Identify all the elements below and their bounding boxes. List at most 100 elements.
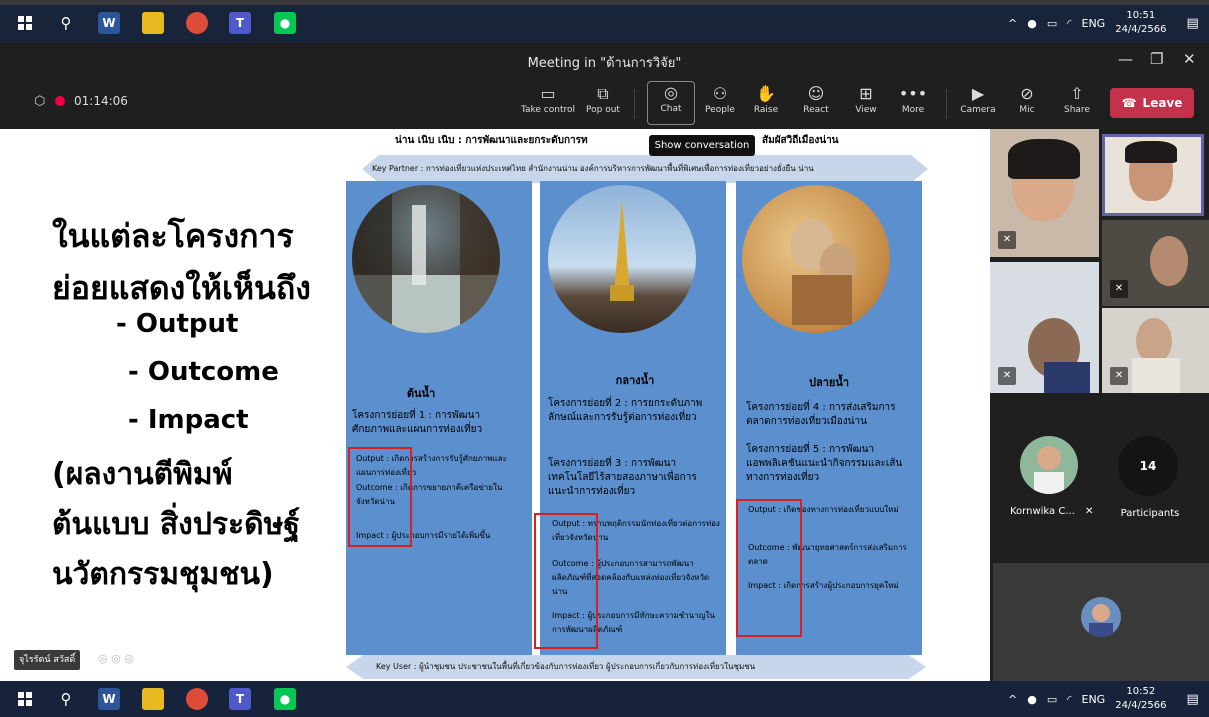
waterfall-photo bbox=[352, 185, 500, 333]
teams-icon[interactable]: T bbox=[229, 688, 251, 710]
slide-text-line: - Output bbox=[116, 309, 239, 339]
language-indicator[interactable]: ENG bbox=[1082, 693, 1106, 706]
camera-button[interactable]: ▶ Camera bbox=[955, 83, 1001, 115]
clock[interactable]: 10:51 24/4/2566 bbox=[1115, 9, 1166, 37]
more-button[interactable]: ••• More bbox=[890, 83, 936, 115]
slide-text-line: ในแต่ละโครงการ bbox=[52, 217, 294, 255]
window-titlebar: Meeting in "ด้านการวิจัย" — ❐ ✕ bbox=[0, 43, 1209, 78]
toolbar-divider bbox=[946, 89, 947, 119]
take-control-icon: ▭ bbox=[540, 84, 556, 103]
participants-strip: Kornwika C... ✕ 14 Participants bbox=[990, 396, 1209, 561]
take-control-button[interactable]: ▭ Take control bbox=[520, 83, 576, 115]
highlight-box bbox=[348, 447, 412, 547]
clock-date: 24/4/2566 bbox=[1115, 24, 1167, 35]
presenter-name-tag: จุไรรัตน์ สวัสดิ์ bbox=[14, 650, 81, 670]
grid-icon: ⊞ bbox=[859, 84, 873, 103]
leave-button[interactable]: ☎ Leave bbox=[1110, 88, 1194, 118]
file-explorer-icon[interactable] bbox=[142, 12, 164, 34]
react-button[interactable]: ☺ React bbox=[793, 83, 839, 115]
word-app-icon[interactable]: W bbox=[98, 12, 120, 34]
self-avatar bbox=[1081, 597, 1121, 637]
wifi-icon[interactable]: ◜ bbox=[1067, 693, 1071, 706]
view-button[interactable]: ⊞ View bbox=[843, 83, 889, 115]
project-3-text: โครงการย่อยที่ 3 : การพัฒนาเทคโนโลยีไร้ส… bbox=[548, 458, 697, 497]
chevron-up-icon[interactable]: ^ bbox=[1008, 693, 1017, 706]
slide-text-line: - Impact bbox=[128, 405, 249, 435]
muted-mic-icon: ✕ bbox=[1110, 280, 1128, 298]
raise-hand-icon: ✋ bbox=[756, 84, 776, 103]
midstream-heading: กลางน้ำ bbox=[615, 374, 655, 387]
participant-video-tile[interactable]: ✕ bbox=[1102, 220, 1209, 306]
project-4-text: โครงการย่อยที่ 4 : การส่งเสริมการตลาดการ… bbox=[746, 402, 896, 427]
self-view-tile[interactable] bbox=[993, 563, 1209, 681]
meeting-timer: 01:14:06 bbox=[74, 94, 128, 108]
microphone-tray-icon[interactable]: ● bbox=[1027, 17, 1037, 30]
people-button[interactable]: ⚇ People bbox=[697, 83, 743, 115]
key-partner-text: Key Partner : การท่องเที่ยวแห่งประเทศไทย… bbox=[372, 164, 814, 173]
participant-video-tile[interactable]: ✕ bbox=[990, 129, 1099, 257]
share-button[interactable]: ⇧ Share bbox=[1054, 83, 1100, 115]
chat-tooltip: Show conversation bbox=[649, 135, 755, 156]
participant-shirt bbox=[1044, 362, 1090, 393]
slide-nav-controls[interactable]: ◎ ◎ ◎ bbox=[98, 652, 134, 665]
slide-text-line: นวัตกรรมชุมชน) bbox=[52, 557, 274, 592]
participant-video-tile[interactable]: ✕ bbox=[990, 262, 1099, 393]
chrome-icon[interactable] bbox=[186, 12, 208, 34]
participant-name: Kornwika C... bbox=[1010, 506, 1075, 517]
system-tray: ^ ● ▭ ◜ ENG 10:51 24/4/2566 ▤ bbox=[1008, 9, 1199, 37]
pop-out-button[interactable]: ⧉ Pop out bbox=[580, 83, 626, 115]
clock[interactable]: 10:52 24/4/2566 bbox=[1115, 685, 1166, 713]
search-icon[interactable]: ⚲ bbox=[55, 688, 77, 710]
muted-mic-icon: ✕ bbox=[1085, 506, 1094, 517]
active-speaker-video-tile[interactable] bbox=[1102, 134, 1204, 216]
participant-hair bbox=[1125, 141, 1177, 163]
maximize-icon[interactable]: ❐ bbox=[1150, 50, 1163, 68]
participant-avatar[interactable] bbox=[1020, 436, 1078, 494]
participant-count-badge[interactable]: 14 bbox=[1118, 436, 1178, 496]
mic-button[interactable]: ⊘ Mic bbox=[1004, 83, 1050, 115]
teams-icon[interactable]: T bbox=[229, 12, 251, 34]
toolbar-divider bbox=[634, 89, 635, 119]
close-icon[interactable]: ✕ bbox=[1183, 50, 1196, 68]
line-app-icon[interactable]: ● bbox=[274, 688, 296, 710]
windows-start-icon[interactable] bbox=[14, 688, 36, 710]
participant-face bbox=[1150, 236, 1188, 286]
wifi-icon[interactable]: ◜ bbox=[1067, 17, 1071, 30]
battery-icon[interactable]: ▭ bbox=[1047, 693, 1057, 706]
participant-shirt bbox=[1132, 358, 1180, 393]
search-icon[interactable]: ⚲ bbox=[55, 12, 77, 34]
slide-text-line: ย่อยแสดงให้เห็นถึง bbox=[52, 269, 311, 307]
windows-start-icon[interactable] bbox=[14, 12, 36, 34]
notification-icon[interactable]: ▤ bbox=[1186, 692, 1198, 707]
battery-icon[interactable]: ▭ bbox=[1047, 17, 1057, 30]
muted-mic-icon: ✕ bbox=[998, 231, 1016, 249]
more-icon: ••• bbox=[898, 84, 928, 103]
chrome-icon[interactable] bbox=[186, 688, 208, 710]
smiley-icon: ☺ bbox=[807, 84, 825, 103]
chat-button[interactable]: ◎ Chat bbox=[647, 81, 695, 125]
line-app-icon[interactable]: ● bbox=[274, 12, 296, 34]
phone-hangup-icon: ☎ bbox=[1121, 96, 1137, 110]
microphone-tray-icon[interactable]: ● bbox=[1027, 693, 1037, 706]
muted-mic-icon: ✕ bbox=[1110, 367, 1128, 385]
people-icon: ⚇ bbox=[712, 84, 728, 103]
minimize-icon[interactable]: — bbox=[1118, 50, 1133, 68]
participant-video-tile[interactable]: ✕ bbox=[1102, 308, 1209, 393]
highlight-box bbox=[534, 513, 598, 649]
notification-icon[interactable]: ▤ bbox=[1186, 16, 1198, 31]
mic-off-icon: ⊘ bbox=[1020, 84, 1034, 103]
share-icon: ⇧ bbox=[1070, 84, 1084, 103]
shared-screen-slide: ในแต่ละโครงการ ย่อยแสดงให้เห็นถึง - Outp… bbox=[0, 129, 990, 681]
muted-mic-icon: ✕ bbox=[998, 367, 1016, 385]
language-indicator[interactable]: ENG bbox=[1082, 17, 1106, 30]
slide-text-line: - Outcome bbox=[128, 357, 279, 387]
slide-text-line: ต้นแบบ สิ่งประดิษฐ์ bbox=[52, 507, 300, 542]
word-app-icon[interactable]: W bbox=[98, 688, 120, 710]
participant-count-label: Participants bbox=[1120, 508, 1180, 519]
key-user-text: Key User : ผู้นำชุมชน ประชาชนในพื้นที่เก… bbox=[376, 662, 756, 671]
file-explorer-icon[interactable] bbox=[142, 688, 164, 710]
project-2-text: โครงการย่อยที่ 2 : การยกระดับภาพลักษณ์แล… bbox=[548, 398, 703, 423]
raise-hand-button[interactable]: ✋ Raise bbox=[743, 83, 789, 115]
slide-header-left: น่าน เนิบ เนิบ : การพัฒนาและยกระดับการท bbox=[395, 135, 588, 146]
chevron-up-icon[interactable]: ^ bbox=[1008, 17, 1017, 30]
